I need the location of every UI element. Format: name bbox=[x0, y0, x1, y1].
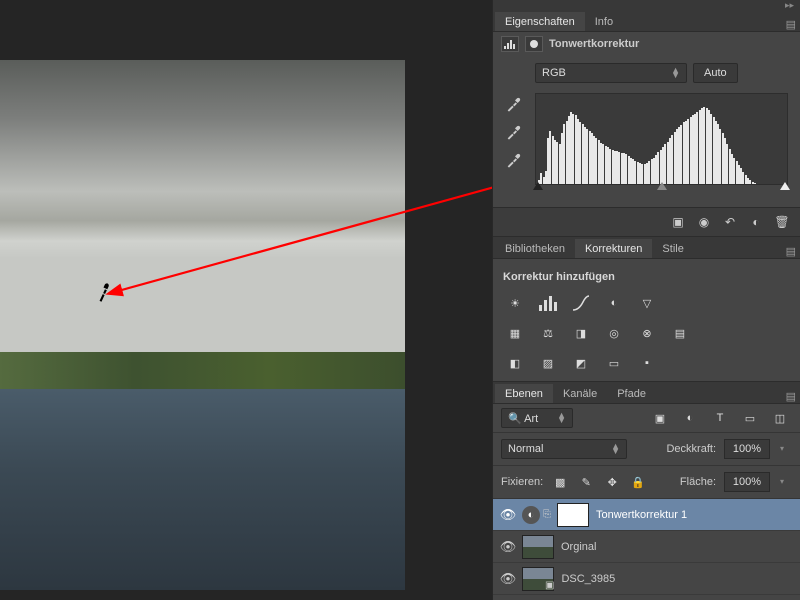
view-previous-icon[interactable]: ◉ bbox=[692, 212, 716, 232]
filter-shape-icon[interactable]: ▭ bbox=[738, 408, 762, 428]
tab-bibliotheken[interactable]: Bibliotheken bbox=[495, 239, 575, 258]
mask-icon bbox=[525, 36, 543, 52]
exposure-icon[interactable]: ◐ bbox=[602, 293, 626, 313]
clip-to-layer-icon[interactable]: ▣ bbox=[666, 212, 690, 232]
hue-sat-icon[interactable]: ▦ bbox=[503, 323, 527, 343]
opacity-field[interactable]: 100% bbox=[724, 439, 770, 459]
panel-menu-icon[interactable]: ▤ bbox=[786, 18, 796, 31]
fill-label: Fläche: bbox=[680, 476, 716, 488]
reset-icon[interactable]: ↶ bbox=[718, 212, 742, 232]
canvas-sky-region bbox=[0, 60, 405, 352]
black-point-eyedropper[interactable] bbox=[505, 97, 525, 115]
adjustments-row-3: ◧ ▨ ◩ ▭ ▪ bbox=[503, 351, 790, 373]
dropdown-arrows-icon: ▲▼ bbox=[671, 68, 680, 78]
auto-button[interactable]: Auto bbox=[693, 63, 738, 83]
smartobj-icon: ▣ bbox=[545, 580, 554, 591]
opacity-arrows-icon[interactable]: ▾ bbox=[778, 439, 792, 459]
tab-kanaele[interactable]: Kanäle bbox=[553, 384, 607, 403]
vibrance-icon[interactable]: ▽ bbox=[635, 293, 659, 313]
layers-panel: Ebenen Kanäle Pfade ▤ 🔍 Art ▲▼ ▣ ◐ T ▭ ◫… bbox=[493, 382, 800, 595]
canvas-water-region bbox=[0, 389, 405, 590]
layer-name: DSC_3985 bbox=[561, 573, 615, 585]
white-point-eyedropper[interactable] bbox=[505, 153, 525, 171]
tab-pfade[interactable]: Pfade bbox=[607, 384, 656, 403]
curves-icon[interactable] bbox=[569, 293, 593, 313]
photo-filter-icon[interactable]: ◎ bbox=[602, 323, 626, 343]
tab-korrekturen[interactable]: Korrekturen bbox=[575, 239, 652, 258]
brightness-icon[interactable]: ☀ bbox=[503, 293, 527, 313]
white-slider[interactable] bbox=[780, 182, 790, 190]
levels-icon bbox=[501, 36, 519, 52]
gray-point-eyedropper[interactable] bbox=[505, 125, 525, 143]
bw-icon[interactable]: ◨ bbox=[569, 323, 593, 343]
mask-thumb[interactable] bbox=[557, 503, 589, 527]
canvas-land-region bbox=[0, 352, 405, 389]
color-lookup-icon[interactable]: ▤ bbox=[668, 323, 692, 343]
gradient-map-icon[interactable]: ▭ bbox=[602, 353, 626, 373]
properties-title-row: Tonwertkorrektur bbox=[493, 32, 800, 60]
toggle-visibility-icon[interactable]: ◐ bbox=[744, 212, 768, 232]
adjustment-badge-icon: ◐ bbox=[522, 506, 540, 524]
tab-stile[interactable]: Stile bbox=[652, 239, 693, 258]
panel-menu-icon[interactable]: ▤ bbox=[786, 390, 796, 403]
filter-pixel-icon[interactable]: ▣ bbox=[648, 408, 672, 428]
properties-tabs: Eigenschaften Info ▤ bbox=[493, 10, 800, 32]
posterize-icon[interactable]: ▨ bbox=[536, 353, 560, 373]
lock-transparent-icon[interactable]: ▩ bbox=[551, 472, 569, 492]
blend-mode-dropdown[interactable]: Normal ▲▼ bbox=[501, 439, 627, 459]
adjustment-title: Tonwertkorrektur bbox=[549, 38, 639, 50]
layer-name: Tonwertkorrektur 1 bbox=[596, 509, 687, 521]
visibility-toggle-icon[interactable]: 👁 bbox=[497, 539, 519, 555]
selective-color-icon[interactable]: ▪ bbox=[635, 353, 659, 373]
panel-menu-icon[interactable]: ▤ bbox=[786, 245, 796, 258]
color-balance-icon[interactable]: ⚖ bbox=[536, 323, 560, 343]
channel-label: RGB bbox=[542, 67, 566, 79]
histogram-display[interactable] bbox=[535, 93, 788, 185]
properties-panel: Eigenschaften Info ▤ Tonwertkorrektur RG… bbox=[493, 10, 800, 237]
lock-brush-icon[interactable]: ✎ bbox=[577, 472, 595, 492]
channel-mixer-icon[interactable]: ⊗ bbox=[635, 323, 659, 343]
tab-info[interactable]: Info bbox=[585, 12, 623, 31]
layer-list: 👁 ◐ ⎘ Tonwertkorrektur 1 👁 Orginal 👁 ▣ D… bbox=[493, 499, 800, 595]
filter-type-icon[interactable]: T bbox=[708, 408, 732, 428]
opacity-label: Deckkraft: bbox=[666, 443, 716, 455]
layer-name: Orginal bbox=[561, 541, 596, 553]
tab-ebenen[interactable]: Ebenen bbox=[495, 384, 553, 403]
link-icon: ⎘ bbox=[543, 509, 551, 520]
layer-row-tonwert[interactable]: 👁 ◐ ⎘ Tonwertkorrektur 1 bbox=[493, 499, 800, 531]
black-slider[interactable] bbox=[533, 182, 543, 190]
trash-icon[interactable]: 🗑 bbox=[770, 212, 794, 232]
fill-field[interactable]: 100% bbox=[724, 472, 770, 492]
eyedropper-column bbox=[505, 93, 531, 185]
layer-thumb[interactable] bbox=[522, 535, 554, 559]
fill-arrows-icon[interactable]: ▾ bbox=[778, 472, 792, 492]
lock-all-icon[interactable]: 🔒 bbox=[629, 472, 647, 492]
document-canvas[interactable] bbox=[0, 60, 405, 590]
gray-slider[interactable] bbox=[657, 182, 667, 190]
dock-collapse-icon[interactable]: ▸▸ bbox=[493, 0, 800, 10]
panels-dock: ▸▸ Eigenschaften Info ▤ Tonwertkorrektur… bbox=[492, 0, 800, 600]
invert-icon[interactable]: ◧ bbox=[503, 353, 527, 373]
properties-footer: ▣ ◉ ↶ ◐ 🗑 bbox=[493, 207, 800, 236]
filter-adjust-icon[interactable]: ◐ bbox=[678, 408, 702, 428]
filter-smart-icon[interactable]: ◫ bbox=[768, 408, 792, 428]
layer-row-orginal[interactable]: 👁 Orginal bbox=[493, 531, 800, 563]
threshold-icon[interactable]: ◩ bbox=[569, 353, 593, 373]
adjustments-panel: Bibliotheken Korrekturen Stile ▤ Korrekt… bbox=[493, 237, 800, 382]
layer-filter-dropdown[interactable]: 🔍 Art ▲▼ bbox=[501, 408, 573, 428]
tab-eigenschaften[interactable]: Eigenschaften bbox=[495, 12, 585, 31]
adjustments-row-1: ☀ ◐ ▽ bbox=[503, 291, 790, 313]
lock-label: Fixieren: bbox=[501, 476, 543, 488]
levels-adj-icon[interactable] bbox=[536, 293, 560, 313]
visibility-toggle-icon[interactable]: 👁 bbox=[497, 507, 519, 523]
adjustments-row-2: ▦ ⚖ ◨ ◎ ⊗ ▤ bbox=[503, 321, 790, 343]
lock-move-icon[interactable]: ✥ bbox=[603, 472, 621, 492]
visibility-toggle-icon[interactable]: 👁 bbox=[497, 571, 519, 587]
adjustments-heading: Korrektur hinzufügen bbox=[503, 267, 790, 291]
layer-row-dsc[interactable]: 👁 ▣ DSC_3985 bbox=[493, 563, 800, 595]
channel-dropdown[interactable]: RGB ▲▼ bbox=[535, 63, 687, 83]
